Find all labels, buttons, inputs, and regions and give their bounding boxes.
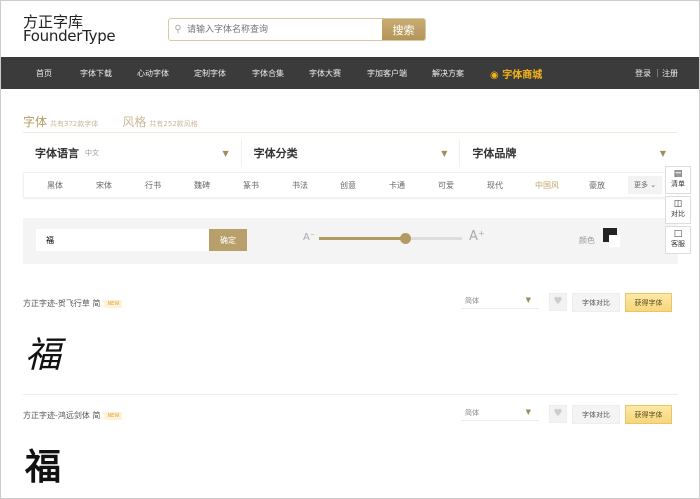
compare-button[interactable]: 字体对比 xyxy=(572,293,620,312)
filter-brand[interactable]: 字体品牌 ▼ xyxy=(460,139,678,167)
store-label: 字体商城 xyxy=(502,70,543,81)
nav-font-download[interactable]: 字体下载 xyxy=(80,68,112,79)
new-badge: NEW xyxy=(104,411,123,420)
font-sample: 福 xyxy=(25,446,62,488)
logo[interactable]: 方正字库 FounderType xyxy=(23,15,116,45)
size-decrease-icon[interactable]: A⁻ xyxy=(303,232,315,243)
new-badge: NEW xyxy=(104,299,123,308)
category-item-active[interactable]: 中国风 xyxy=(535,180,559,191)
size-slider[interactable] xyxy=(319,233,462,244)
search-input[interactable] xyxy=(187,19,382,40)
variant-select[interactable]: 简体 ▼ xyxy=(461,405,539,421)
search-button[interactable]: 搜索 xyxy=(382,19,425,40)
size-increase-icon[interactable]: A⁺ xyxy=(469,229,485,244)
header: 方正字库 FounderType ⚲ 搜索 xyxy=(1,1,699,57)
divider xyxy=(23,132,677,133)
preview-toolbar: 确定 A⁻ A⁺ 颜色 xyxy=(23,218,678,264)
filter-category[interactable]: 字体分类 ▼ xyxy=(242,139,461,167)
divider xyxy=(23,394,678,395)
login-link[interactable]: 登录 xyxy=(635,68,651,79)
category-list: 黑体 宋体 行书 魏碑 篆书 书法 创意 卡通 可爱 现代 中国风 豪放 更多 … xyxy=(23,172,678,198)
preview-text-input[interactable] xyxy=(36,229,209,251)
category-item[interactable]: 现代 xyxy=(487,180,503,191)
favorite-heart-icon[interactable]: ♥ xyxy=(549,293,567,311)
dropdown-arrow-icon: ▼ xyxy=(441,148,448,158)
nav-font-store[interactable]: ◉ 字体商城 xyxy=(490,66,542,81)
filter-bar: 字体语言 中文 ▼ 字体分类 ▼ 字体品牌 ▼ xyxy=(23,139,678,167)
font-name[interactable]: 方正字迹-贺飞行草 简 NEW xyxy=(23,298,123,309)
nav-home[interactable]: 首页 xyxy=(36,68,52,79)
category-item[interactable]: 可爱 xyxy=(438,180,454,191)
category-item[interactable]: 篆书 xyxy=(243,180,259,191)
nav-solutions[interactable]: 解决方案 xyxy=(432,68,464,79)
category-item[interactable]: 卡通 xyxy=(389,180,405,191)
category-item[interactable]: 魏碑 xyxy=(194,180,210,191)
nav-font-contest[interactable]: 字体大赛 xyxy=(309,68,341,79)
favorite-heart-icon[interactable]: ♥ xyxy=(549,405,567,423)
category-item[interactable]: 豪放 xyxy=(589,180,605,191)
color-swatch-bg xyxy=(609,235,620,247)
confirm-button[interactable]: 确定 xyxy=(209,229,247,251)
side-service-button[interactable]: □ 客服 xyxy=(665,226,691,254)
color-label: 颜色 xyxy=(579,236,595,245)
tab-fonts[interactable]: 字体 共有372款字体 xyxy=(23,111,98,130)
tab-styles[interactable]: 风格 共有252款风格 xyxy=(122,111,197,130)
category-item[interactable]: 书法 xyxy=(292,180,308,191)
category-item[interactable]: 宋体 xyxy=(96,180,112,191)
variant-select[interactable]: 简体 ▼ xyxy=(461,293,539,309)
search-bar: ⚲ 搜索 xyxy=(168,18,426,41)
main-nav: 首页 字体下载 心动字体 定制字体 字体合集 字体大赛 字加客户端 解决方案 ◉… xyxy=(1,57,699,89)
nav-separator: | xyxy=(656,68,659,77)
dropdown-arrow-icon: ▼ xyxy=(525,296,531,304)
filter-language[interactable]: 字体语言 中文 ▼ xyxy=(23,139,242,167)
category-item[interactable]: 黑体 xyxy=(47,180,63,191)
dropdown-arrow-icon: ▼ xyxy=(659,148,667,158)
font-sample: 福 xyxy=(25,335,62,376)
nav-font-collections[interactable]: 字体合集 xyxy=(252,68,284,79)
category-item[interactable]: 创意 xyxy=(340,180,356,191)
nav-custom-fonts[interactable]: 定制字体 xyxy=(194,68,226,79)
get-font-button[interactable]: 获得字体 xyxy=(625,293,672,312)
get-font-button[interactable]: 获得字体 xyxy=(625,405,672,424)
side-compare-button[interactable]: ◫ 对比 xyxy=(665,196,691,224)
side-list-button[interactable]: ▤ 清单 xyxy=(665,166,691,194)
register-link[interactable]: 注册 xyxy=(662,68,678,79)
compare-icon: ◫ xyxy=(673,199,683,209)
category-item[interactable]: 行书 xyxy=(145,180,161,191)
view-tabs: 字体 共有372款字体 风格 共有252款风格 xyxy=(23,111,198,130)
nav-client[interactable]: 字加客户端 xyxy=(367,68,407,79)
dropdown-arrow-icon: ▼ xyxy=(222,148,229,158)
nav-favorite-fonts[interactable]: 心动字体 xyxy=(137,68,169,79)
list-icon: ▤ xyxy=(673,169,683,179)
more-categories-button[interactable]: 更多 ⌄ xyxy=(628,176,663,194)
chat-icon: □ xyxy=(673,229,683,239)
compare-button[interactable]: 字体对比 xyxy=(572,405,620,424)
slider-handle[interactable] xyxy=(399,233,411,244)
store-icon: ◉ xyxy=(490,70,499,81)
search-icon: ⚲ xyxy=(174,24,182,35)
dropdown-arrow-icon: ▼ xyxy=(525,408,531,416)
logo-en: FounderType xyxy=(23,27,116,45)
font-name[interactable]: 方正字迹-鸿远剑体 简 NEW xyxy=(23,410,123,421)
